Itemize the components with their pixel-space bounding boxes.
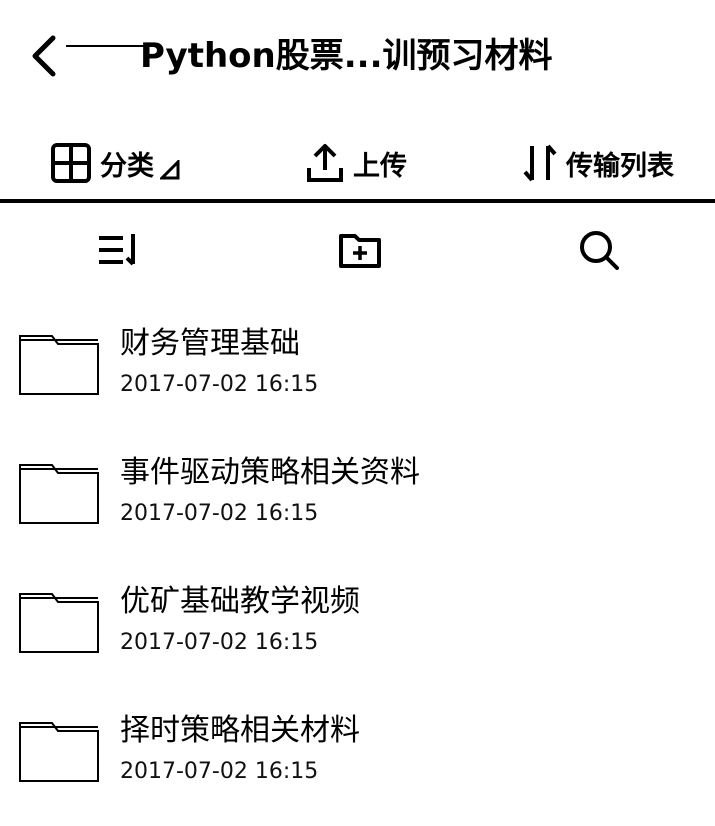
nav-upload[interactable]: 上传 — [305, 130, 407, 196]
new-folder-button[interactable] — [336, 226, 384, 274]
nav-divider — [0, 199, 715, 203]
folder-icon — [19, 335, 99, 395]
chevron-left-icon — [32, 35, 56, 77]
new-folder-icon — [339, 234, 381, 268]
folder-icon — [19, 464, 99, 524]
back-button[interactable] — [22, 30, 66, 82]
sort-button[interactable] — [94, 226, 142, 274]
title-bar: Python股票...训预习材料 — [0, 0, 715, 112]
transfer-icon — [523, 144, 557, 182]
toolbar — [0, 220, 715, 280]
corner-triangle-icon — [160, 160, 180, 180]
file-row[interactable]: 事件驱动策略相关资料 2017-07-02 16:15 — [0, 439, 715, 568]
sort-icon — [99, 234, 135, 266]
upload-icon — [307, 144, 343, 182]
page-title: Python股票...训预习材料 — [140, 36, 553, 76]
top-nav: 分类 上传 传输列表 — [0, 130, 715, 198]
file-list: 财务管理基础 2017-07-02 16:15 事件驱动策略相关资料 2017-… — [0, 310, 715, 826]
file-row[interactable]: 财务管理基础 2017-07-02 16:15 — [0, 310, 715, 439]
file-name: 财务管理基础 — [120, 326, 300, 361]
nav-category-label: 分类 — [100, 150, 154, 182]
nav-transfer-label: 传输列表 — [566, 150, 674, 182]
file-date: 2017-07-02 16:15 — [120, 372, 319, 397]
file-date: 2017-07-02 16:15 — [120, 501, 319, 526]
nav-upload-label: 上传 — [353, 150, 407, 182]
search-button[interactable] — [575, 226, 623, 274]
file-row[interactable]: 择时策略相关材料 2017-07-02 16:15 — [0, 697, 715, 826]
file-row[interactable]: 优矿基础教学视频 2017-07-02 16:15 — [0, 568, 715, 697]
folder-icon — [19, 593, 99, 653]
nav-transfer-list[interactable]: 传输列表 — [522, 130, 674, 196]
file-name: 事件驱动策略相关资料 — [120, 455, 420, 490]
grid-icon — [51, 143, 91, 183]
file-name: 优矿基础教学视频 — [120, 584, 360, 619]
nav-category[interactable]: 分类 — [50, 130, 180, 196]
title-decoration — [66, 45, 146, 47]
file-name: 择时策略相关材料 — [120, 713, 360, 748]
search-icon — [580, 231, 619, 270]
folder-icon — [19, 722, 99, 782]
file-date: 2017-07-02 16:15 — [120, 759, 319, 784]
file-date: 2017-07-02 16:15 — [120, 630, 319, 655]
